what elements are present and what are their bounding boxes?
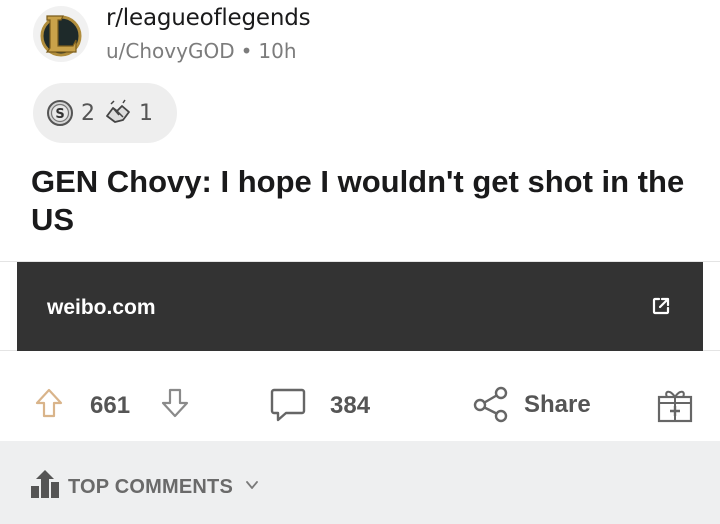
silver-award-icon: S (45, 98, 75, 128)
comments-sort-label[interactable]: TOP COMMENTS (68, 476, 233, 499)
link-domain: weibo.com (47, 296, 156, 319)
downvote-button[interactable] (158, 386, 192, 420)
share-icon (473, 386, 508, 423)
helpful-hands-award-icon (103, 98, 133, 128)
external-link-icon (652, 297, 670, 315)
top-sort-icon (31, 470, 59, 498)
subreddit-avatar[interactable] (33, 6, 89, 62)
author-name[interactable]: u/ChovyGOD (106, 39, 235, 63)
post-title[interactable]: GEN Chovy: I hope I wouldn't get shot in… (31, 163, 701, 239)
link-preview-card: weibo.com (0, 261, 720, 351)
gift-icon (657, 390, 693, 423)
post-meta: u/ChovyGOD • 10h (106, 39, 297, 63)
award-helpful-count: 1 (139, 100, 153, 126)
awards-pill[interactable]: S 2 1 (33, 83, 177, 143)
upvote-button[interactable] (32, 386, 66, 420)
subreddit-name[interactable]: r/leagueoflegends (106, 5, 311, 31)
award-silver: S 2 (45, 98, 95, 128)
comments-button[interactable] (268, 384, 308, 424)
post-header: r/leagueoflegends u/ChovyGOD • 10h (0, 0, 720, 80)
svg-text:S: S (55, 107, 64, 122)
meta-separator: • (240, 39, 253, 63)
upvote-arrow-icon (35, 388, 63, 418)
downvote-arrow-icon (161, 388, 189, 418)
link-preview-button[interactable]: weibo.com (17, 262, 703, 351)
chevron-down-icon[interactable] (244, 477, 260, 493)
post-action-bar: 661 384 Share (0, 372, 720, 438)
league-logo-icon (34, 7, 88, 61)
award-helpful: 1 (103, 98, 153, 128)
vote-score: 661 (90, 392, 131, 419)
share-button[interactable] (471, 384, 511, 424)
comment-bubble-icon (270, 388, 306, 422)
post-age: 10h (258, 39, 297, 63)
give-award-button[interactable] (656, 386, 694, 424)
share-label[interactable]: Share (524, 391, 591, 419)
comment-count[interactable]: 384 (330, 392, 370, 420)
comments-sort-bar[interactable]: TOP COMMENTS (0, 441, 720, 524)
award-silver-count: 2 (81, 100, 95, 126)
